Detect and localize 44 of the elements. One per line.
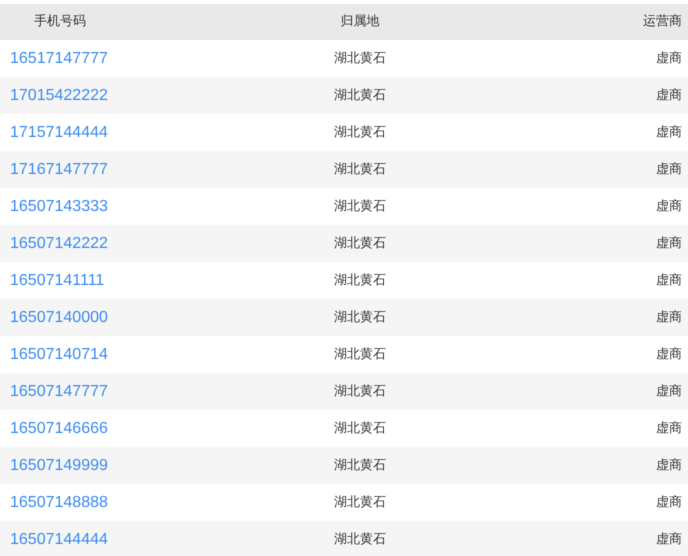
phone-number-link[interactable]: 16517147777: [10, 50, 108, 66]
location-cell: 湖北黄石: [230, 410, 490, 447]
phone-number-link[interactable]: 17157144444: [10, 124, 108, 140]
phone-number-link[interactable]: 16507147777: [10, 382, 108, 400]
carrier-cell: 虚商: [490, 336, 688, 373]
column-header: 运营商: [490, 4, 688, 40]
phone-number-link[interactable]: 16507149999: [10, 456, 108, 474]
location-cell: 湖北黄石: [230, 262, 490, 299]
carrier-cell: 虚商: [490, 151, 688, 188]
phone-number-link[interactable]: 16507142222: [10, 234, 108, 252]
carrier-cell: 虚商: [490, 225, 688, 262]
phone-number-link[interactable]: 16507141111: [10, 272, 104, 288]
carrier-cell: 虚商: [490, 188, 688, 225]
carrier-cell: 虚商: [490, 484, 688, 521]
location-cell: 湖北黄石: [230, 336, 490, 373]
carrier-cell: 虚商: [490, 447, 688, 484]
carrier-cell: 虚商: [490, 373, 688, 410]
phone-number-link[interactable]: 16507148888: [10, 494, 108, 510]
location-cell: 湖北黄石: [230, 40, 490, 77]
carrier-cell: 虚商: [490, 262, 688, 299]
location-cell: 湖北黄石: [230, 484, 490, 521]
location-cell: 湖北黄石: [230, 151, 490, 188]
phone-number-link[interactable]: 17167147777: [10, 160, 108, 178]
column-header: 手机号码: [0, 4, 230, 40]
phone-number-link[interactable]: 16507140714: [10, 346, 108, 362]
carrier-cell: 虚商: [490, 410, 688, 447]
location-cell: 湖北黄石: [230, 225, 490, 262]
phone-number-link[interactable]: 17015422222: [10, 86, 108, 104]
phone-number-link[interactable]: 16507143333: [10, 198, 108, 214]
location-cell: 湖北黄石: [230, 188, 490, 225]
column-header: 归属地: [230, 4, 490, 40]
location-cell: 湖北黄石: [230, 521, 490, 556]
carrier-cell: 虚商: [490, 521, 688, 556]
location-cell: 湖北黄石: [230, 299, 490, 336]
phone-number-link[interactable]: 16507146666: [10, 420, 108, 436]
location-cell: 湖北黄石: [230, 77, 490, 114]
location-cell: 湖北黄石: [230, 373, 490, 410]
location-cell: 湖北黄石: [230, 447, 490, 484]
carrier-cell: 虚商: [490, 114, 688, 151]
location-cell: 湖北黄石: [230, 114, 490, 151]
phone-number-link[interactable]: 16507140000: [10, 308, 108, 326]
carrier-cell: 虚商: [490, 40, 688, 77]
carrier-cell: 虚商: [490, 299, 688, 336]
carrier-cell: 虚商: [490, 77, 688, 114]
